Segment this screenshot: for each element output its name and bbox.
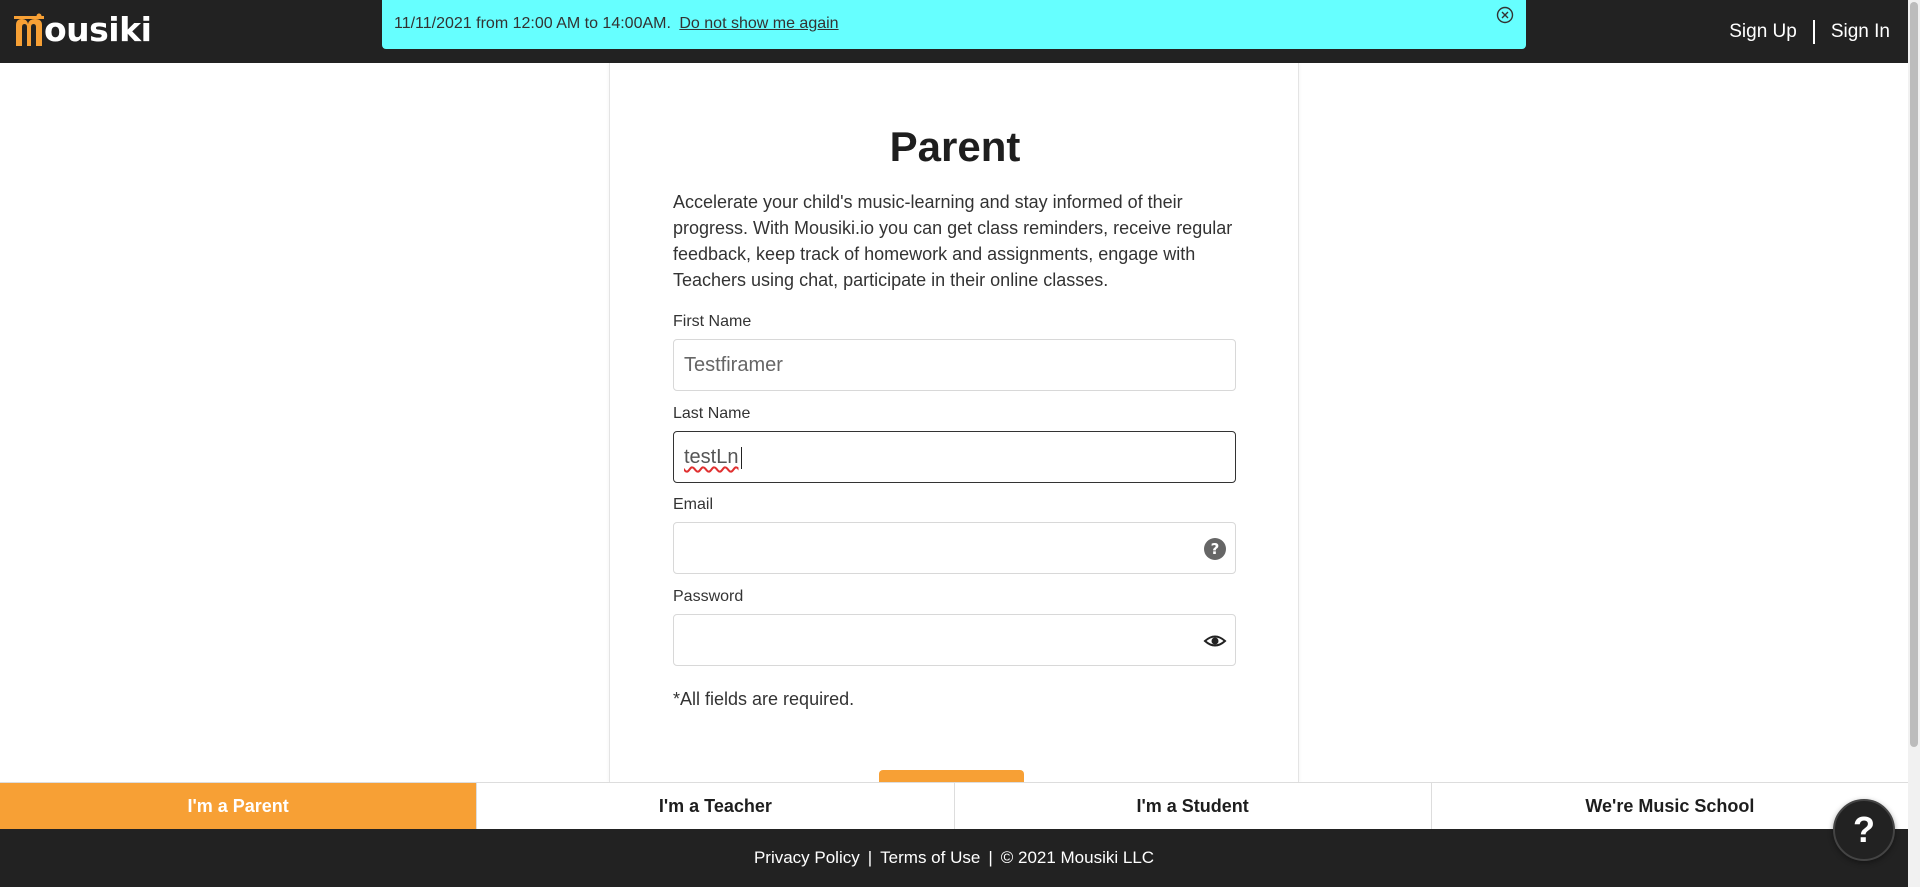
scrollbar-thumb[interactable]: [1910, 2, 1918, 747]
first-name-field[interactable]: Testfiramer: [673, 339, 1236, 391]
auth-nav: Sign Up Sign In: [1721, 20, 1898, 44]
last-name-value: testLn: [684, 446, 739, 468]
do-not-show-again-link[interactable]: Do not show me again: [679, 15, 838, 32]
page-title: Parent: [889, 123, 1021, 170]
role-tabs: I'm a Parent I'm a Teacher I'm a Student…: [0, 782, 1908, 829]
nav-divider: [1812, 20, 1815, 44]
privacy-policy-link[interactable]: Privacy Policy: [754, 848, 860, 868]
maintenance-banner: 11/11/2021 from 12:00 AM to 14:00AM. Do …: [382, 0, 1526, 49]
logo-text: ousiki: [44, 10, 152, 49]
help-circle-icon[interactable]: ?: [1203, 537, 1227, 561]
last-name-field[interactable]: testLn: [673, 431, 1236, 483]
copyright-text: © 2021 Mousiki LLC: [1000, 848, 1155, 867]
sign-in-link[interactable]: Sign In: [1823, 21, 1898, 43]
first-name-label: First Name: [673, 313, 752, 330]
last-name-label: Last Name: [673, 405, 751, 422]
footer-separator: |: [988, 848, 993, 867]
password-label: Password: [673, 588, 744, 605]
first-name-value: Testfiramer: [684, 354, 783, 376]
email-field[interactable]: ?: [673, 522, 1236, 574]
logo-m-icon: [14, 13, 44, 46]
footer: Privacy Policy | Terms of Use | © 2021 M…: [0, 829, 1908, 887]
eye-icon[interactable]: [1203, 629, 1227, 653]
tab-student[interactable]: I'm a Student: [955, 783, 1432, 829]
page-scrollbar[interactable]: [1908, 0, 1920, 887]
terms-of-use-link[interactable]: Terms of Use: [880, 848, 980, 868]
mousiki-logo[interactable]: ousiki: [14, 10, 152, 49]
page: ousiki Sign Up Sign In 11/11/2021 from 1…: [0, 0, 1920, 887]
close-circle-icon[interactable]: [1496, 6, 1514, 24]
email-label: Email: [673, 496, 714, 513]
footer-separator: |: [867, 848, 873, 867]
required-note: *All fields are required.: [673, 689, 855, 709]
svg-text:?: ?: [1211, 540, 1220, 558]
password-field[interactable]: [673, 614, 1236, 666]
signup-card: Parent Accelerate your child's music-lea…: [609, 63, 1299, 784]
role-description: Accelerate your child's music-learning a…: [673, 192, 1233, 290]
text-caret: [741, 447, 742, 469]
banner-message: 11/11/2021 from 12:00 AM to 14:00AM.: [394, 15, 671, 32]
banner-text: 11/11/2021 from 12:00 AM to 14:00AM. Do …: [394, 15, 839, 33]
sign-up-link[interactable]: Sign Up: [1721, 21, 1805, 43]
tab-parent[interactable]: I'm a Parent: [0, 783, 478, 829]
help-button[interactable]: ?: [1833, 799, 1895, 861]
tab-teacher[interactable]: I'm a Teacher: [477, 783, 955, 829]
